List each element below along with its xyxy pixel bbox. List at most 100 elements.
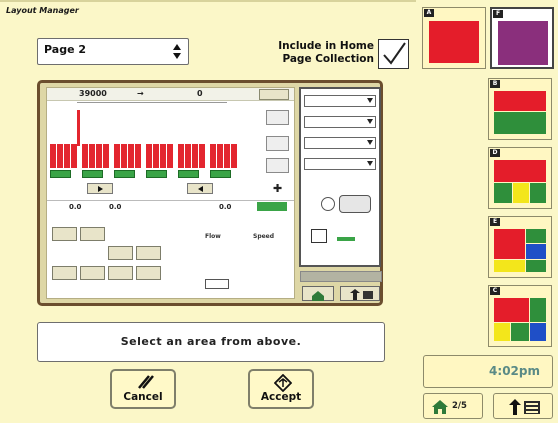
preview-side-button-2 (266, 136, 289, 151)
layout-tile-c[interactable]: C (488, 285, 552, 347)
preview-globe-icon (321, 197, 335, 211)
layout-c-region-bottom-right (530, 323, 546, 341)
accept-icon (274, 374, 292, 392)
preview-tile-5 (52, 266, 77, 280)
preview-bottom-value-3: 0.0 (219, 203, 232, 211)
home-icon (432, 400, 448, 414)
preview-side-button-3 (266, 158, 289, 173)
home-page-button[interactable]: 2/5 (423, 393, 483, 419)
layout-tile-b[interactable]: B (488, 78, 552, 140)
preview-area-main[interactable]: 39000 → 0 ✚ 0.0 0.0 0.0 Flow Speed (46, 87, 295, 299)
clock-time: 4:02pm (489, 364, 540, 378)
layout-e-region-bottom-right (526, 260, 546, 272)
layout-tile-e[interactable]: E (488, 216, 552, 278)
instruction-text: Select an area from above. (120, 335, 302, 348)
preview-table-header-speed: Speed (253, 233, 275, 240)
preview-green-indicator (257, 202, 287, 211)
layout-b-region-top (494, 91, 546, 111)
preview-scale (77, 102, 227, 108)
instruction-message: Select an area from above. (37, 322, 385, 362)
preview-needle (77, 110, 80, 146)
preview-green-line (337, 237, 355, 241)
layout-tile-f[interactable]: F (490, 7, 554, 69)
preview-tile-4 (136, 246, 161, 260)
menu-button[interactable] (493, 393, 553, 419)
preview-target-icon: ✚ (273, 182, 283, 195)
window-title: Layout Manager (6, 6, 79, 15)
layout-tile-a[interactable]: A (422, 7, 486, 69)
preview-dropdown-4 (304, 158, 376, 170)
cancel-label: Cancel (123, 391, 163, 403)
include-home-label: Include in Home Page Collection (252, 40, 374, 66)
preview-tile-6 (80, 266, 105, 280)
layout-tile-b-tag: B (490, 80, 500, 88)
preview-tank-icon (259, 89, 289, 100)
layout-d-region-bottom-mid (513, 183, 529, 203)
include-home-label-line1: Include in Home (278, 40, 374, 52)
cancel-icon (138, 375, 154, 389)
preview-value-row: 0.0 0.0 0.0 (47, 200, 294, 212)
page-select[interactable]: Page 2 (37, 38, 189, 65)
preview-section-status (50, 170, 248, 179)
preview-bottom-value-1: 0.0 (69, 203, 82, 211)
preview-tile-3 (108, 246, 133, 260)
preview-tile-7 (108, 266, 133, 280)
layout-c-region-bottom-left (494, 323, 510, 341)
preview-tile-1 (52, 227, 77, 241)
accept-button[interactable]: Accept (248, 369, 314, 409)
page-counter: 2/5 (452, 401, 467, 411)
layout-a-region-full (429, 21, 479, 63)
layout-d-region-bottom-left (494, 183, 512, 203)
preview-dropdown-3 (304, 137, 376, 149)
cancel-button[interactable]: Cancel (110, 369, 176, 409)
layout-d-region-bottom-right (530, 183, 546, 203)
main-panel: Layout Manager Page 2 Include in Home Pa… (0, 0, 416, 423)
preview-area-side[interactable] (299, 87, 381, 267)
preview-receiver-icon (339, 195, 371, 213)
layout-e-region-bottom (494, 260, 525, 272)
preview-side-button-1 (266, 110, 289, 125)
preview-section-bars (50, 144, 248, 168)
preview-bottom-value-2: 0.0 (109, 203, 122, 211)
layout-preview[interactable]: 39000 → 0 ✚ 0.0 0.0 0.0 Flow Speed (37, 80, 383, 306)
layout-d-region-top (494, 160, 546, 182)
preview-top-bar: 39000 → 0 (47, 88, 294, 101)
preview-tile-2 (80, 227, 105, 241)
layout-e-region-main (494, 229, 525, 259)
preview-nav-left-button (187, 183, 213, 194)
layout-b-region-bottom (494, 112, 546, 134)
layout-tile-c-tag: C (490, 287, 500, 295)
page-select-value: Page 2 (44, 43, 87, 56)
preview-home-icon (312, 291, 324, 301)
preview-menu-icon (350, 289, 373, 300)
accept-label: Accept (260, 391, 302, 403)
preview-rate-icon: → (137, 89, 144, 98)
preview-gray-bar (300, 271, 382, 282)
include-home-checkbox[interactable] (378, 39, 409, 69)
layout-tile-d-tag: D (490, 149, 500, 157)
preview-table-input (205, 279, 229, 289)
preview-value-2: 0 (197, 89, 203, 98)
preview-dropdown-2 (304, 116, 376, 128)
layout-tile-d[interactable]: D (488, 147, 552, 209)
preview-rate-table: Flow Speed (175, 231, 292, 297)
layout-manager-screen: Layout Manager Page 2 Include in Home Pa… (0, 0, 558, 423)
preview-home-button (302, 286, 334, 301)
layout-c-region-right (530, 298, 546, 322)
layout-c-region-bottom-mid (511, 323, 529, 341)
checkmark-icon (383, 42, 406, 65)
preview-nav-right-button (87, 183, 113, 194)
include-home-label-line2: Page Collection (282, 53, 374, 65)
clock-display: 4:02pm (423, 355, 553, 388)
layout-tile-f-tag: F (493, 10, 503, 18)
menu-icon (509, 399, 540, 415)
preview-table-header-flow: Flow (205, 233, 221, 240)
preview-dropdown-1 (304, 95, 376, 107)
layout-c-region-main (494, 298, 529, 322)
layout-e-region-right-top (526, 229, 546, 243)
layout-tile-e-tag: E (490, 218, 500, 226)
layout-f-region-full (498, 21, 548, 65)
up-down-arrows-icon (173, 44, 182, 59)
layout-e-region-right-mid (526, 244, 546, 259)
layout-tile-a-tag: A (424, 9, 434, 17)
